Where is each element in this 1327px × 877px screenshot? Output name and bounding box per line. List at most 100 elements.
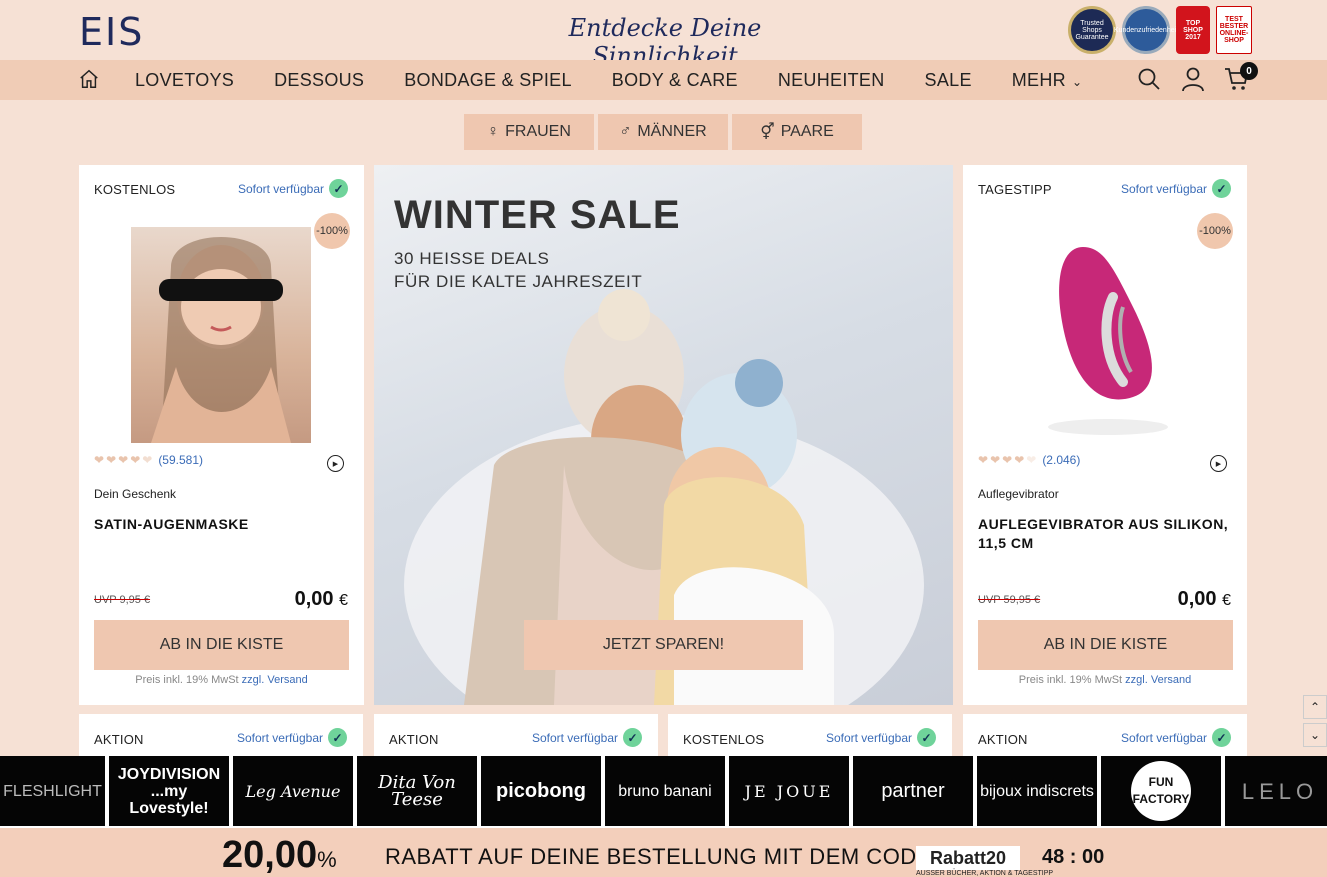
price-currency: € <box>339 592 348 609</box>
zzgl-text: zzgl. <box>241 674 265 686</box>
promo-code[interactable]: Rabatt20 <box>916 846 1020 870</box>
rating-count[interactable]: (2.046) <box>1042 453 1080 467</box>
product-card-6[interactable]: AKTION Sofort verfügbar ✓ <box>963 714 1247 758</box>
eye-mask-illustration <box>151 237 291 443</box>
search-icon[interactable] <box>1136 66 1162 92</box>
nav-sale[interactable]: SALE <box>925 70 972 91</box>
play-video-icon[interactable]: ▶ <box>1210 455 1227 472</box>
nav-mehr[interactable]: MEHR ⌄ <box>1012 70 1083 91</box>
test-winner-badge[interactable]: TEST BESTER ONLINE-SHOP <box>1216 6 1252 54</box>
price-value: 0,00 <box>1177 588 1217 610</box>
availability: Sofort verfügbar ✓ <box>237 728 347 747</box>
product-card-2[interactable]: TAGESTIPP Sofort verfügbar ✓ -100% ❤ ❤ ❤… <box>963 165 1247 705</box>
heart-icon: ❤ <box>94 453 105 467</box>
product-card-3[interactable]: AKTION Sofort verfügbar ✓ <box>79 714 363 758</box>
cart-button[interactable]: 0 <box>1224 62 1258 92</box>
promo-timer: 48 : 00 <box>1042 846 1105 868</box>
account-icon[interactable] <box>1180 66 1206 92</box>
rating[interactable]: ❤ ❤ ❤ ❤ ❤ (2.046) <box>978 453 1080 467</box>
chevron-down-icon: ⌄ <box>1071 74 1083 89</box>
brand-leg-avenue[interactable]: Leg Avenue <box>233 756 353 826</box>
couple-icon: ⚥ <box>760 124 775 141</box>
nav-dessous[interactable]: DESSOUS <box>274 70 364 91</box>
vibrator-illustration <box>1048 247 1168 435</box>
rating-count[interactable]: (59.581) <box>158 453 203 467</box>
brand-bijoux-indiscrets[interactable]: bijoux indiscrets <box>977 756 1097 826</box>
heart-icon: ❤ <box>118 453 129 467</box>
shipping-link[interactable]: Versand <box>1151 674 1191 686</box>
shipping-link[interactable]: Versand <box>267 674 307 686</box>
brand-bruno-banani[interactable]: bruno banani <box>605 756 725 826</box>
add-to-cart-button[interactable]: AB IN DIE KISTE <box>94 620 349 670</box>
save-now-button[interactable]: JETZT SPAREN! <box>524 620 803 670</box>
brand-picobong[interactable]: picobong <box>481 756 601 826</box>
heart-icon: ❤ <box>1002 453 1013 467</box>
brand-fleshlight[interactable]: FLESHLIGHT <box>0 756 105 826</box>
product-name[interactable]: SATIN-AUGENMASKE <box>94 515 354 534</box>
add-to-cart-button[interactable]: AB IN DIE KISTE <box>978 620 1233 670</box>
card-tag: AKTION <box>94 732 144 747</box>
brand-lelo[interactable]: LELO <box>1225 756 1327 826</box>
scroll-up-button[interactable]: ⌃ <box>1303 695 1327 719</box>
trusted-shops-badge[interactable]: Trusted Shops Guarantee <box>1068 6 1116 54</box>
brand-dita-von-teese[interactable]: Dita Von Teese <box>357 756 477 826</box>
hero-subtitle-line-2: FÜR DIE KALTE JAHRESZEIT <box>394 272 643 291</box>
filter-men-button[interactable]: ♂ MÄNNER <box>598 114 728 150</box>
nav-body-care[interactable]: BODY & CARE <box>612 70 738 91</box>
tax-note-text: Preis inkl. 19% MwSt <box>135 674 239 686</box>
trust-badges: Trusted Shops Guarantee Kundenzufriedenh… <box>1068 6 1252 54</box>
check-icon: ✓ <box>329 179 348 198</box>
top-shop-badge[interactable]: TOP SHOP 2017 <box>1176 6 1210 54</box>
logo[interactable]: EIS <box>79 10 144 54</box>
filter-couples-label: PAARE <box>780 123 834 140</box>
rating[interactable]: ❤ ❤ ❤ ❤ ❤ (59.581) <box>94 453 203 467</box>
zzgl-text: zzgl. <box>1125 674 1148 686</box>
uvp-price: UVP 59,95 € <box>978 594 1041 606</box>
card-tag: AKTION <box>389 732 439 747</box>
filter-women-button[interactable]: ♀ FRAUEN <box>464 114 594 150</box>
filter-women-label: FRAUEN <box>505 123 571 140</box>
nav-neuheiten[interactable]: NEUHEITEN <box>778 70 885 91</box>
brand-joydivision[interactable]: JOYDIVISION ...my Lovestyle! <box>109 756 229 826</box>
promo-text: RABATT AUF DEINE BESTELLUNG MIT DEM CODE <box>385 844 932 869</box>
main-nav: LOVETOYS DESSOUS BONDAGE & SPIEL BODY & … <box>0 60 1327 100</box>
female-icon: ♀ <box>487 123 500 140</box>
nav-lovetoys[interactable]: LOVETOYS <box>135 70 234 91</box>
product-card-1[interactable]: KOSTENLOS Sofort verfügbar ✓ -100% ❤ ❤ ❤… <box>79 165 364 705</box>
hero-subtitle-line-1: 30 HEISSE DEALS <box>394 249 550 268</box>
product-name[interactable]: AUFLEGEVIBRATOR AUS SILIKON, 11,5 CM <box>978 515 1238 553</box>
fun-factory-logo: FUN FACTORY <box>1131 761 1191 821</box>
scroll-down-button[interactable]: ⌄ <box>1303 723 1327 747</box>
customer-satisfaction-badge[interactable]: Kundenzufriedenheit <box>1114 6 1178 54</box>
check-icon: ✓ <box>623 728 642 747</box>
filter-couples-button[interactable]: ⚥ PAARE <box>732 114 862 150</box>
tax-note: Preis inkl. 19% MwSt zzgl. Versand <box>79 674 364 686</box>
product-image[interactable] <box>131 227 311 443</box>
heart-icon: ❤ <box>130 453 141 467</box>
brand-partner[interactable]: partner <box>853 756 973 826</box>
heart-icon: ❤ <box>990 453 1001 467</box>
tax-note-text: Preis inkl. 19% MwSt <box>1018 674 1123 686</box>
top-header: EIS Entdecke Deine Sinnlichkeit Trusted … <box>0 0 1327 70</box>
product-card-4[interactable]: AKTION Sofort verfügbar ✓ <box>374 714 658 758</box>
gender-filter: ♀ FRAUEN ♂ MÄNNER ⚥ PAARE <box>464 114 862 150</box>
promo-percent: % <box>317 847 337 872</box>
brand-fun-factory[interactable]: FUN FACTORY <box>1101 756 1221 826</box>
check-icon: ✓ <box>328 728 347 747</box>
brand-je-joue[interactable]: JE JOUE <box>729 756 849 826</box>
product-image[interactable] <box>1023 227 1193 443</box>
availability-text: Sofort verfügbar <box>531 730 618 745</box>
heart-icon: ❤ <box>1014 453 1025 467</box>
availability: Sofort verfügbar ✓ <box>826 728 936 747</box>
cart-count-badge: 0 <box>1240 62 1258 80</box>
nav-bondage[interactable]: BONDAGE & SPIEL <box>404 70 572 91</box>
promo-small-print: AUSSER BÜCHER, AKTION & TAGESTIPP <box>916 870 1054 877</box>
product-category: Auflegevibrator <box>978 487 1059 501</box>
promo-bar: 20,00% RABATT AUF DEINE BESTELLUNG MIT D… <box>0 828 1327 877</box>
product-card-5[interactable]: KOSTENLOS Sofort verfügbar ✓ <box>668 714 952 758</box>
price-value: 0,00 <box>294 588 334 610</box>
hero-banner[interactable]: WINTER SALE 30 HEISSE DEALS FÜR DIE KALT… <box>374 165 953 705</box>
heart-empty-icon: ❤ <box>1026 453 1037 467</box>
play-video-icon[interactable]: ▶ <box>327 455 344 472</box>
home-icon[interactable] <box>78 68 100 90</box>
